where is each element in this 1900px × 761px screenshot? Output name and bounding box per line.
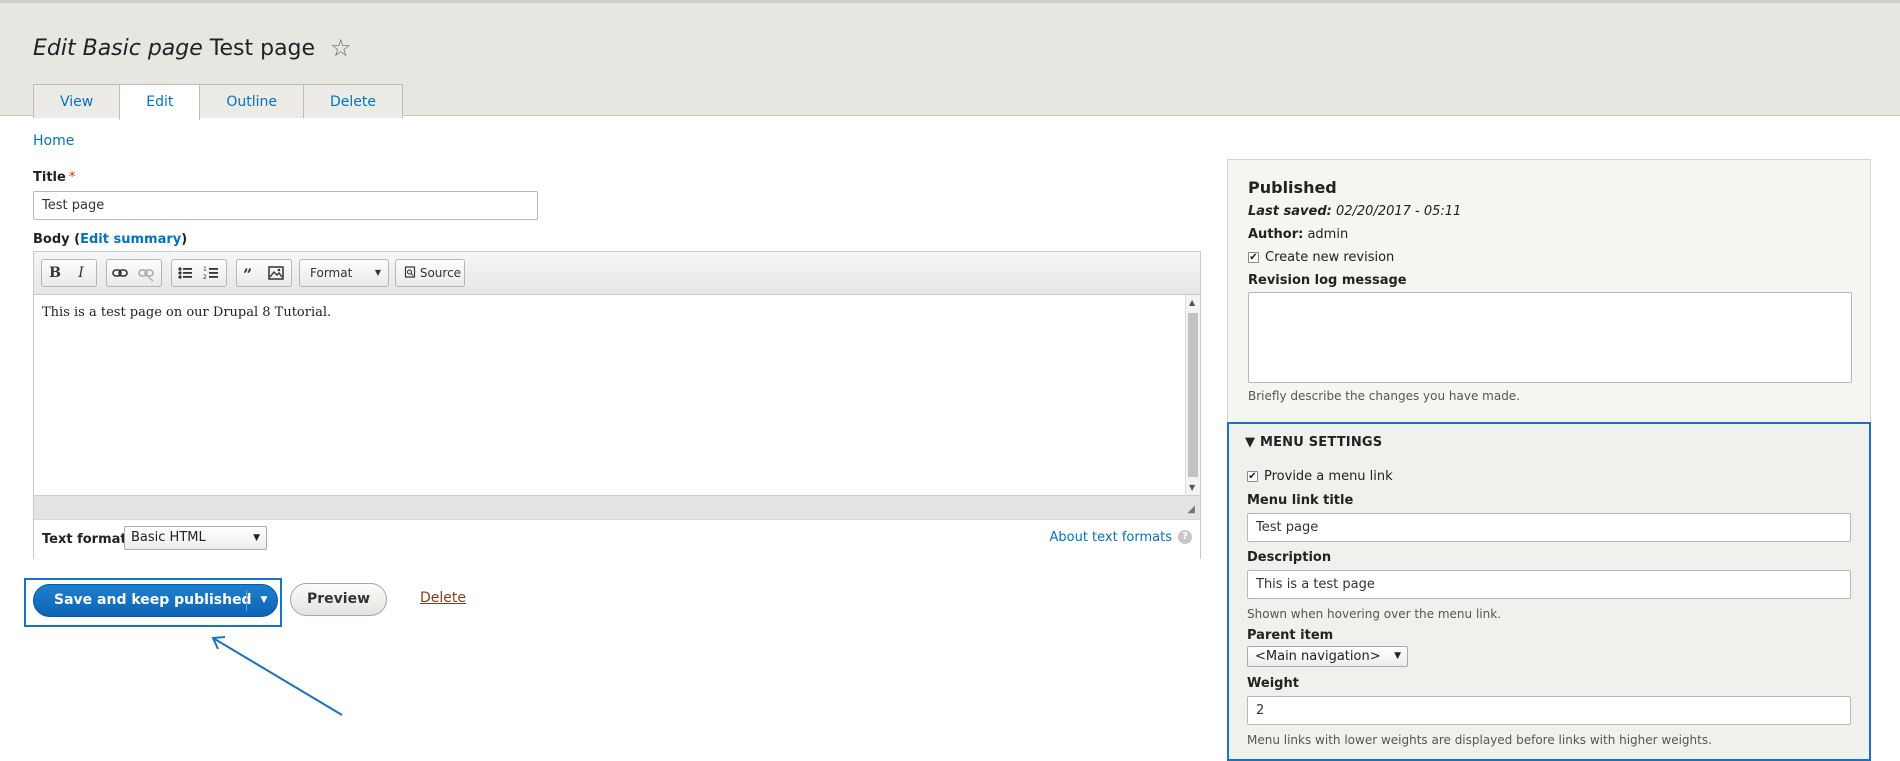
text-format-label: Text format xyxy=(42,532,127,547)
tab-outline[interactable]: Outline xyxy=(199,84,305,118)
toolbar-group-basic: B I xyxy=(41,259,97,287)
author-value: admin xyxy=(1307,227,1349,242)
toolbar-group-media: ” xyxy=(236,259,292,287)
title-input[interactable] xyxy=(33,191,538,220)
last-saved-label: Last saved: xyxy=(1248,204,1332,219)
format-dropdown-label: Format xyxy=(310,266,353,280)
italic-button[interactable]: I xyxy=(68,260,94,286)
tab-edit[interactable]: Edit xyxy=(119,84,201,120)
last-saved-value: 02/20/2017 - 05:11 xyxy=(1335,204,1462,219)
provide-menu-link-checkbox[interactable]: ✔ xyxy=(1247,471,1258,482)
page-header: Edit Basic page Test page ☆ View Edit Ou… xyxy=(0,0,1900,120)
star-icon[interactable]: ☆ xyxy=(330,34,352,62)
toolbar-group-links xyxy=(106,259,162,287)
chevron-down-icon: ▼ xyxy=(374,268,381,277)
description-label: Description xyxy=(1247,550,1332,565)
scroll-up-icon[interactable]: ▲ xyxy=(1189,298,1195,307)
create-revision-label: Create new revision xyxy=(1265,250,1395,265)
numbered-list-icon[interactable]: 12 xyxy=(198,260,224,286)
resize-grip-icon[interactable]: ◢ xyxy=(1187,504,1195,515)
tab-delete[interactable]: Delete xyxy=(303,84,404,118)
parent-item-value: <Main navigation> xyxy=(1255,649,1381,664)
bulleted-list-icon[interactable] xyxy=(172,260,198,286)
ckeditor: B I 12 ” Format ▼ Source This is a test … xyxy=(33,251,1201,559)
menu-link-title-input[interactable]: Test page xyxy=(1247,513,1851,542)
author-label: Author: xyxy=(1248,227,1304,242)
page-title-node: Test page xyxy=(209,36,316,61)
about-text-formats-link[interactable]: About text formats xyxy=(1049,530,1172,545)
create-revision: ✔ Create new revision xyxy=(1248,250,1394,265)
format-dropdown[interactable]: Format ▼ xyxy=(299,259,389,287)
scroll-down-icon[interactable]: ▼ xyxy=(1189,483,1195,492)
revision-log-textarea[interactable] xyxy=(1248,292,1852,383)
link-icon[interactable] xyxy=(107,260,133,286)
svg-text:1: 1 xyxy=(203,266,207,273)
editor-toolbar: B I 12 ” Format ▼ Source xyxy=(34,252,1200,295)
triangle-down-icon: ▼ xyxy=(1245,435,1256,450)
provide-menu-link-label: Provide a menu link xyxy=(1264,469,1393,484)
page-title: Edit Basic page Test page ☆ xyxy=(33,33,352,62)
blockquote-icon[interactable]: ” xyxy=(237,260,263,286)
source-button-label: Source xyxy=(419,266,462,280)
menu-link-title-label: Menu link title xyxy=(1247,493,1354,508)
weight-help: Menu links with lower weights are displa… xyxy=(1247,733,1712,747)
description-help: Shown when hovering over the menu link. xyxy=(1247,607,1501,621)
title-label: Title * xyxy=(33,170,75,185)
chevron-down-icon: ▼ xyxy=(253,533,260,543)
source-icon xyxy=(404,266,420,280)
annotation-arrow xyxy=(211,636,343,716)
body-label: Body (Edit summary) xyxy=(33,232,187,247)
preview-button[interactable]: Preview xyxy=(290,583,387,616)
publish-status: Published xyxy=(1248,178,1337,197)
image-icon[interactable] xyxy=(263,260,289,286)
menu-settings-panel: ▼ MENU SETTINGS ✔ Provide a menu link Men… xyxy=(1227,422,1871,761)
revision-log-description: Briefly describe the changes you have ma… xyxy=(1248,389,1521,403)
text-format-row: Text format Basic HTML ▼ About text form… xyxy=(34,519,1200,559)
body-editor-area[interactable]: This is a test page on our Drupal 8 Tuto… xyxy=(34,295,1184,495)
revision-log-label: Revision log message xyxy=(1248,273,1407,288)
split-divider xyxy=(246,590,247,611)
svg-text:”: ” xyxy=(243,265,252,284)
chevron-down-icon: ▼ xyxy=(1394,651,1401,661)
breadcrumb-home[interactable]: Home xyxy=(33,133,74,149)
menu-settings-toggle[interactable]: ▼ MENU SETTINGS xyxy=(1245,435,1382,450)
help-icon[interactable]: ? xyxy=(1178,530,1192,544)
toolbar-group-lists: 12 xyxy=(171,259,227,287)
page-title-prefix: Edit Basic page xyxy=(33,36,203,61)
author: Author: admin xyxy=(1248,227,1348,242)
description-input[interactable]: This is a test page xyxy=(1247,570,1851,599)
weight-label: Weight xyxy=(1247,676,1299,691)
scrollbar-thumb[interactable] xyxy=(1188,313,1198,477)
save-button-label: Save and keep published xyxy=(54,592,252,608)
save-and-keep-published-button[interactable]: Save and keep published ▼ xyxy=(33,584,278,617)
chevron-down-icon[interactable]: ▼ xyxy=(253,585,275,616)
menu-settings-heading: MENU SETTINGS xyxy=(1259,435,1383,450)
weight-input[interactable]: 2 xyxy=(1247,696,1851,725)
required-marker: * xyxy=(68,170,76,185)
primary-tabs: View Edit Outline Delete xyxy=(33,84,404,120)
tab-view[interactable]: View xyxy=(33,84,121,118)
create-revision-checkbox[interactable]: ✔ xyxy=(1248,252,1259,263)
edit-summary-link[interactable]: Edit summary xyxy=(80,232,181,247)
parent-item-label: Parent item xyxy=(1247,628,1334,643)
source-button[interactable]: Source xyxy=(395,259,465,287)
bold-button[interactable]: B xyxy=(42,260,68,286)
text-format-value: Basic HTML xyxy=(131,530,206,545)
title-label-text: Title xyxy=(33,170,66,185)
editor-scrollbar[interactable]: ▲ ▼ xyxy=(1185,295,1200,495)
unlink-icon[interactable] xyxy=(133,260,159,286)
editor-resize-bar: ◢ xyxy=(34,495,1200,519)
last-saved: Last saved: 02/20/2017 - 05:11 xyxy=(1248,204,1461,219)
text-format-select[interactable]: Basic HTML ▼ xyxy=(124,526,267,550)
svg-text:2: 2 xyxy=(203,274,207,281)
body-label-text: Body xyxy=(33,232,70,247)
provide-menu-link: ✔ Provide a menu link xyxy=(1247,469,1393,484)
parent-item-select[interactable]: <Main navigation> ▼ xyxy=(1247,646,1408,667)
delete-link[interactable]: Delete xyxy=(420,590,466,606)
body-paren-close: ) xyxy=(181,232,188,247)
